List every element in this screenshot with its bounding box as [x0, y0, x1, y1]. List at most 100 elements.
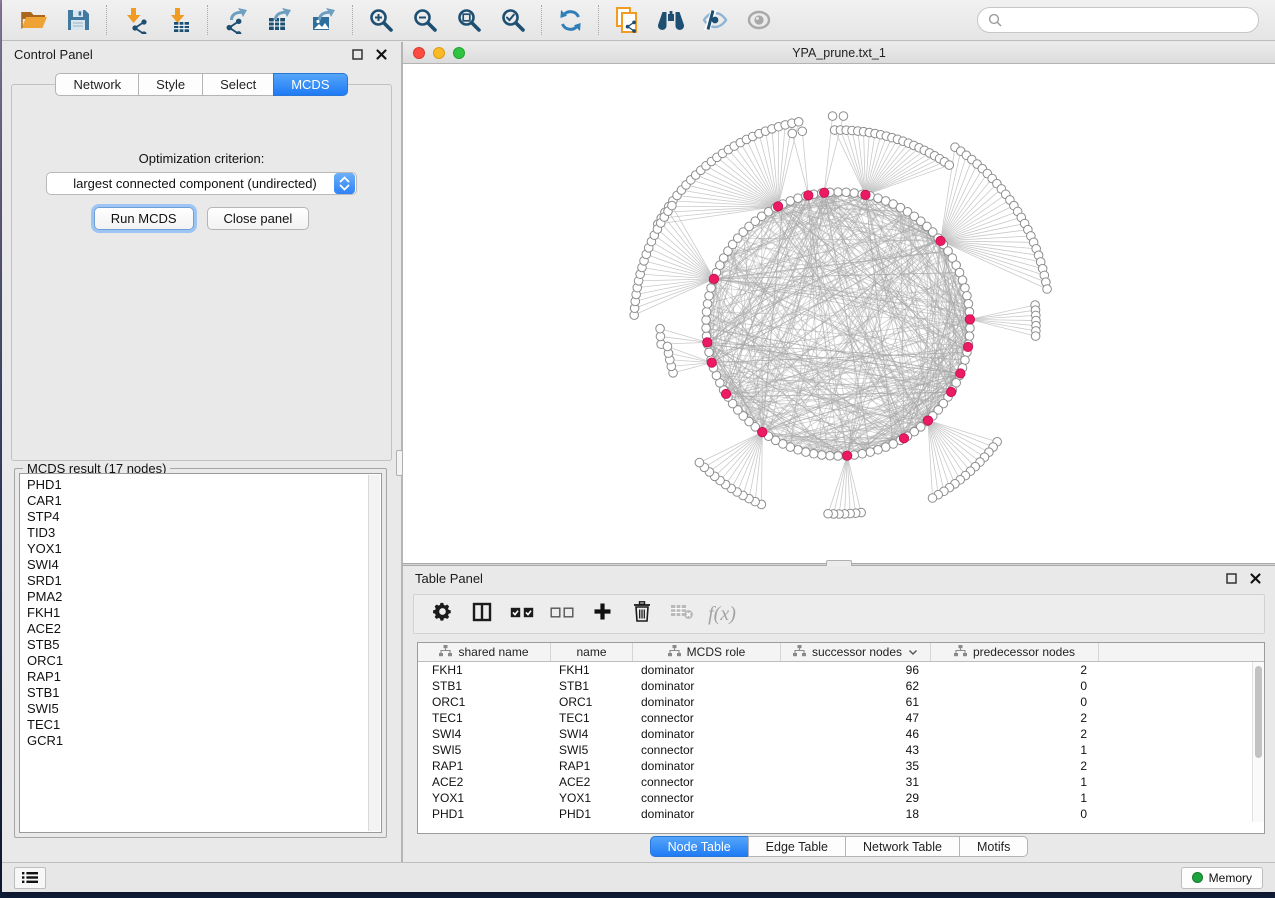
splitter-grip[interactable] — [396, 450, 403, 476]
tab-style[interactable]: Style — [138, 73, 203, 96]
graph-node[interactable] — [964, 299, 973, 308]
mcds-list-scrollbar[interactable] — [368, 475, 380, 831]
graph-hub-node[interactable] — [843, 451, 852, 460]
column-header-shared-name[interactable]: shared name — [418, 643, 551, 661]
graph-node[interactable] — [963, 291, 972, 300]
open-file-button[interactable] — [12, 3, 56, 37]
zoom-selected-button[interactable] — [491, 3, 535, 37]
graph-node[interactable] — [702, 324, 711, 333]
graph-node[interactable] — [826, 451, 835, 460]
graph-node[interactable] — [702, 308, 711, 317]
tab-motifs[interactable]: Motifs — [959, 836, 1028, 857]
graph-node[interactable] — [850, 189, 859, 198]
export-image-button[interactable] — [302, 3, 346, 37]
tab-edge-table[interactable]: Edge Table — [748, 836, 846, 857]
mcds-result-item[interactable]: TEC1 — [27, 717, 381, 733]
mcds-result-item[interactable]: FKH1 — [27, 605, 381, 621]
column-header-successor-nodes[interactable]: successor nodes — [781, 643, 931, 661]
tab-network-table[interactable]: Network Table — [845, 836, 960, 857]
float-panel-icon[interactable] — [349, 47, 365, 61]
table-row[interactable]: ACE2ACE2connector311 — [418, 774, 1264, 790]
zoom-in-button[interactable] — [359, 3, 403, 37]
search-input[interactable] — [1002, 13, 1248, 27]
graph-hub-node[interactable] — [707, 358, 716, 367]
column-header-MCDS-role[interactable]: MCDS role — [633, 643, 781, 661]
tab-network[interactable]: Network — [55, 73, 139, 96]
import-table-button[interactable] — [157, 3, 201, 37]
graph-node[interactable] — [663, 342, 672, 351]
graph-node[interactable] — [965, 332, 974, 341]
mcds-result-item[interactable]: PHD1 — [27, 477, 381, 493]
zoom-fit-button[interactable] — [447, 3, 491, 37]
table-row[interactable]: STB1STB1dominator620 — [418, 678, 1264, 694]
mcds-result-item[interactable]: PMA2 — [27, 589, 381, 605]
scrollbar-thumb[interactable] — [1255, 666, 1262, 758]
graph-node[interactable] — [874, 445, 883, 454]
graph-hub-node[interactable] — [703, 338, 712, 347]
graph-node[interactable] — [817, 451, 826, 460]
graph-node[interactable] — [961, 284, 970, 293]
graph-hub-node[interactable] — [963, 342, 972, 351]
search-box[interactable] — [977, 7, 1259, 33]
delete-column-button[interactable] — [624, 598, 660, 630]
graph-node[interactable] — [705, 348, 714, 357]
graph-hub-node[interactable] — [946, 387, 955, 396]
memory-button[interactable]: Memory — [1181, 867, 1263, 889]
graph-node[interactable] — [802, 448, 811, 457]
graph-hub-node[interactable] — [773, 202, 782, 211]
mcds-result-item[interactable]: CAR1 — [27, 493, 381, 509]
graph-node[interactable] — [839, 112, 848, 121]
add-column-button[interactable] — [584, 598, 620, 630]
mcds-result-item[interactable]: STB5 — [27, 637, 381, 653]
graph-node[interactable] — [705, 291, 714, 300]
mcds-result-item[interactable]: TID3 — [27, 525, 381, 541]
graph-node[interactable] — [928, 494, 937, 503]
graph-node[interactable] — [695, 458, 704, 467]
mcds-result-item[interactable]: STP4 — [27, 509, 381, 525]
refresh-button[interactable] — [548, 3, 592, 37]
mcds-result-item[interactable]: SWI4 — [27, 557, 381, 573]
graph-hub-node[interactable] — [956, 369, 965, 378]
network-canvas[interactable] — [403, 64, 1275, 563]
tab-select[interactable]: Select — [202, 73, 274, 96]
graph-node[interactable] — [828, 112, 837, 121]
table-row[interactable]: RAP1RAP1dominator352 — [418, 758, 1264, 774]
column-header-predecessor-nodes[interactable]: predecessor nodes — [931, 643, 1099, 661]
graph-hub-node[interactable] — [965, 315, 974, 324]
save-session-button[interactable] — [56, 3, 100, 37]
graph-hub-node[interactable] — [758, 427, 767, 436]
graph-node[interactable] — [945, 161, 954, 170]
graph-node[interactable] — [702, 316, 711, 325]
export-table-button[interactable] — [258, 3, 302, 37]
graph-node[interactable] — [824, 509, 833, 518]
graph-hub-node[interactable] — [861, 190, 870, 199]
mcds-result-item[interactable]: STB1 — [27, 685, 381, 701]
tab-node-table[interactable]: Node Table — [650, 836, 749, 857]
zoom-out-button[interactable] — [403, 3, 447, 37]
table-row[interactable]: ORC1ORC1dominator610 — [418, 694, 1264, 710]
float-panel-icon[interactable] — [1223, 571, 1239, 585]
task-history-button[interactable] — [14, 867, 46, 889]
graph-hub-node[interactable] — [721, 389, 730, 398]
mcds-result-item[interactable]: ORC1 — [27, 653, 381, 669]
tab-mcds[interactable]: MCDS — [273, 73, 347, 96]
graph-hub-node[interactable] — [709, 274, 718, 283]
show-columns-button[interactable] — [464, 598, 500, 630]
graph-hub-node[interactable] — [820, 188, 829, 197]
graph-node[interactable] — [788, 129, 797, 138]
graph-node[interactable] — [703, 299, 712, 308]
mcds-result-item[interactable]: RAP1 — [27, 669, 381, 685]
table-row[interactable]: PHD1PHD1dominator180 — [418, 806, 1264, 822]
table-row[interactable]: SWI5SWI5connector431 — [418, 742, 1264, 758]
graph-node[interactable] — [798, 127, 807, 136]
graph-hub-node[interactable] — [899, 434, 908, 443]
clone-network-button[interactable] — [605, 3, 649, 37]
import-network-button[interactable] — [113, 3, 157, 37]
table-settings-button[interactable] — [424, 598, 460, 630]
show-hidden-button[interactable] — [737, 3, 781, 37]
graph-node[interactable] — [966, 324, 975, 333]
table-scrollbar[interactable] — [1252, 662, 1264, 822]
select-all-button[interactable] — [504, 598, 540, 630]
mcds-result-item[interactable]: GCR1 — [27, 733, 381, 749]
column-header-name[interactable]: name — [551, 643, 633, 661]
